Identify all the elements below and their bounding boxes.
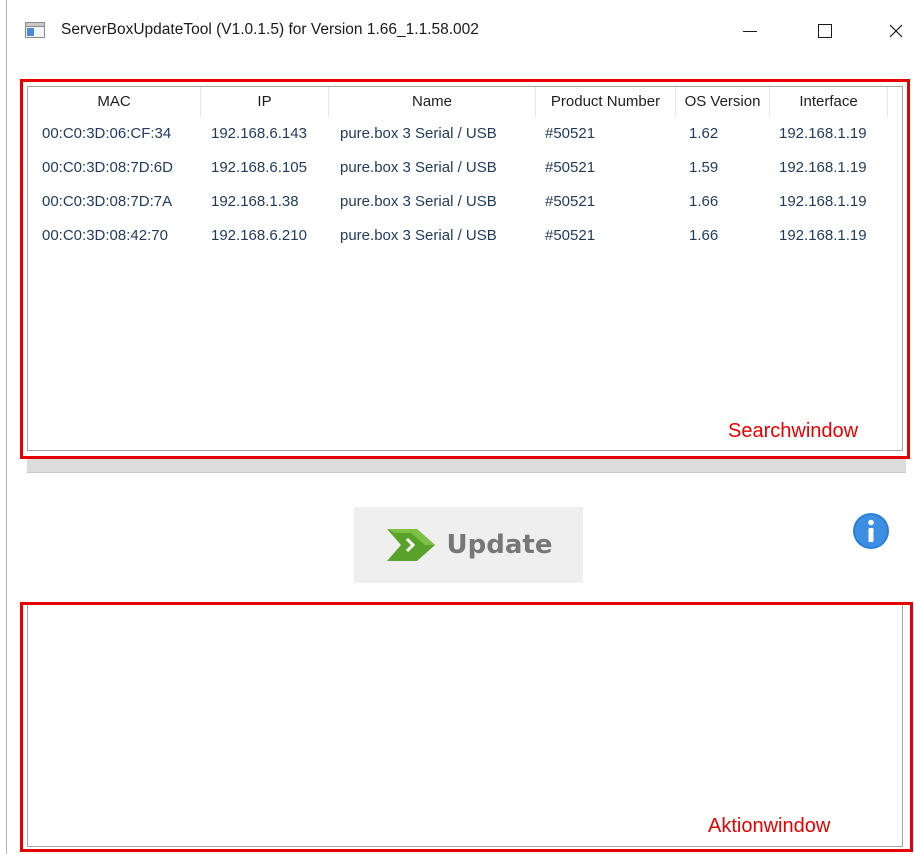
window-title: ServerBoxUpdateTool (V1.0.1.5) for Versi… [61, 21, 479, 38]
minimize-icon [743, 31, 757, 32]
close-button[interactable] [873, 14, 914, 48]
info-icon [853, 513, 889, 549]
cell-interface: 192.168.1.19 [779, 227, 867, 244]
cell-mac: 00:C0:3D:08:42:70 [42, 227, 168, 244]
aktionwindow-label: Aktionwindow [708, 815, 831, 837]
update-button[interactable]: Update [354, 507, 583, 583]
cell-name: pure.box 3 Serial / USB [340, 193, 497, 210]
update-button-label: Update [446, 530, 553, 560]
cell-mac: 00:C0:3D:06:CF:34 [42, 125, 172, 142]
minimize-button[interactable] [727, 14, 773, 48]
table-row[interactable]: 00:C0:3D:06:CF:34 192.168.6.143 pure.box… [28, 117, 902, 151]
cell-name: pure.box 3 Serial / USB [340, 159, 497, 176]
cell-ip: 192.168.6.210 [211, 227, 307, 244]
cell-ip: 192.168.6.105 [211, 159, 307, 176]
maximize-icon [818, 24, 832, 38]
column-header-name[interactable]: Name [329, 87, 536, 117]
list-header: MAC IP Name Product Number OS Version In… [28, 87, 902, 117]
column-header-interface[interactable]: Interface [770, 87, 888, 117]
cell-product-number: #50521 [545, 193, 596, 210]
arrow-right-icon [386, 529, 435, 561]
table-row[interactable]: 00:C0:3D:08:7D:6D 192.168.6.105 pure.box… [28, 151, 902, 185]
column-header-ip[interactable]: IP [201, 87, 329, 117]
close-icon [889, 24, 903, 38]
cell-os-version: 1.66 [689, 193, 719, 210]
cell-mac: 00:C0:3D:08:7D:7A [42, 193, 173, 210]
cell-product-number: #50521 [545, 159, 596, 176]
column-header-mac[interactable]: MAC [28, 87, 201, 117]
column-header-product-number[interactable]: Product Number [536, 87, 676, 117]
cell-os-version: 1.59 [689, 159, 719, 176]
app-window-icon [25, 22, 45, 38]
cell-interface: 192.168.1.19 [779, 125, 867, 142]
column-header-os-version[interactable]: OS Version [676, 87, 770, 117]
maximize-button[interactable] [802, 14, 848, 48]
cell-ip: 192.168.1.38 [211, 193, 299, 210]
cell-mac: 00:C0:3D:08:7D:6D [42, 159, 173, 176]
title-bar[interactable]: ServerBoxUpdateTool (V1.0.1.5) for Versi… [7, 0, 914, 64]
searchwindow-label: Searchwindow [728, 420, 859, 442]
table-row[interactable]: 00:C0:3D:08:7D:7A 192.168.1.38 pure.box … [28, 185, 902, 219]
table-row[interactable]: 00:C0:3D:08:42:70 192.168.6.210 pure.box… [28, 219, 902, 253]
cell-ip: 192.168.6.143 [211, 125, 307, 142]
action-log[interactable] [27, 604, 903, 847]
cell-product-number: #50521 [545, 227, 596, 244]
window-border [6, 0, 7, 854]
cell-os-version: 1.66 [689, 227, 719, 244]
info-button[interactable] [852, 512, 890, 550]
cell-product-number: #50521 [545, 125, 596, 142]
cell-name: pure.box 3 Serial / USB [340, 125, 497, 142]
cell-interface: 192.168.1.19 [779, 193, 867, 210]
cell-interface: 192.168.1.19 [779, 159, 867, 176]
cell-os-version: 1.62 [689, 125, 719, 142]
horizontal-scrollbar[interactable] [27, 459, 906, 473]
device-list[interactable]: MAC IP Name Product Number OS Version In… [27, 86, 903, 451]
cell-name: pure.box 3 Serial / USB [340, 227, 497, 244]
